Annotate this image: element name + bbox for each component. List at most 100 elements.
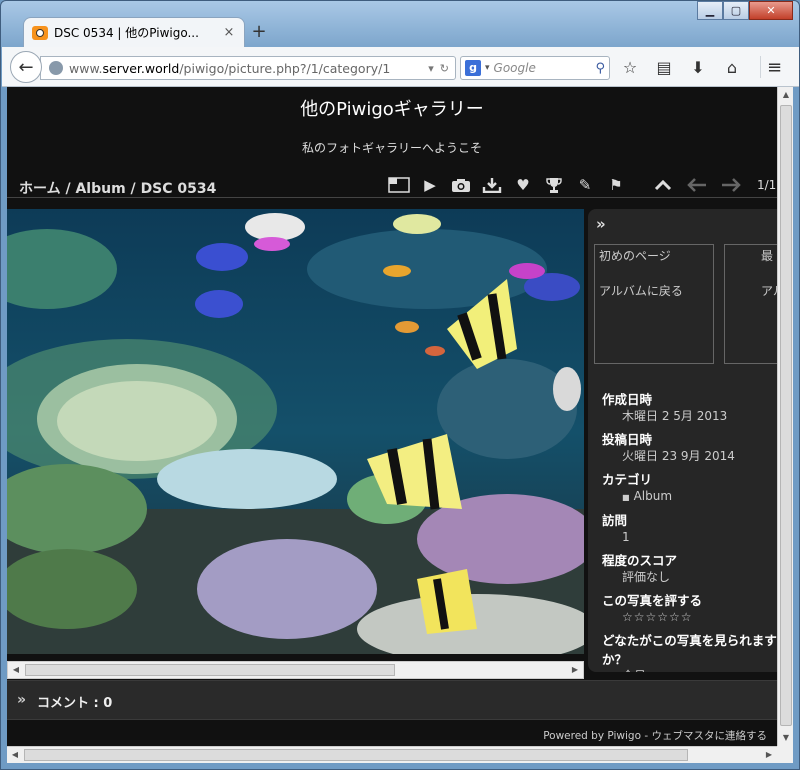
photo-sizes-icon[interactable]	[387, 175, 411, 195]
download-icon[interactable]	[480, 175, 504, 195]
score-label: 程度のスコア	[602, 553, 678, 568]
edit-pencil-icon[interactable]: ✎	[573, 175, 597, 195]
navigation-bar: www.server.world/piwigo/picture.php?/1/c…	[2, 47, 799, 87]
footer-separator: -	[641, 730, 652, 742]
created-value: 木曜日 2 5月 2013	[622, 409, 728, 423]
scroll-down-arrow-icon[interactable]: ▼	[778, 730, 794, 746]
breadcrumb-home[interactable]: ホーム	[19, 181, 61, 197]
breadcrumb-separator: /	[60, 181, 76, 197]
info-panel: » 初めのページ アルバムに戻る 最 アル 作成日時 木曜日 2 5月 2013…	[588, 209, 777, 672]
scroll-up-arrow-icon[interactable]: ▲	[778, 87, 794, 103]
breadcrumb-album[interactable]: Album	[75, 181, 125, 197]
up-to-album-icon[interactable]	[651, 175, 675, 195]
picture-navigation: 1/1	[651, 175, 776, 195]
bookmark-star-icon[interactable]: ☆	[618, 56, 642, 78]
category-link[interactable]: Album	[634, 489, 672, 503]
maximize-button[interactable]: ▢	[723, 1, 749, 20]
camera-icon[interactable]	[449, 175, 473, 195]
comments-label[interactable]: コメント : 0	[37, 692, 112, 711]
back-arrow-icon: ←	[18, 56, 34, 78]
contact-webmaster-link[interactable]: ウェブマスタに連絡する	[652, 730, 768, 742]
horizontal-scrollbar-thumb[interactable]	[24, 749, 688, 761]
favorite-heart-icon[interactable]: ♥	[511, 175, 535, 195]
scrollbar-corner	[777, 746, 793, 763]
flag-icon[interactable]: ⚑	[604, 175, 628, 195]
search-placeholder[interactable]: Google	[494, 61, 596, 75]
scroll-right-arrow-icon[interactable]: ▶	[567, 662, 583, 678]
tab-close-icon[interactable]: ×	[222, 25, 236, 40]
comments-bar[interactable]: » コメント : 0	[7, 680, 777, 720]
url-host: server.world	[102, 60, 180, 76]
scrollbar-thumb[interactable]	[25, 664, 395, 676]
first-page-box[interactable]: 初めのページ アルバムに戻る	[594, 244, 714, 364]
search-icon[interactable]: ⚲	[595, 61, 605, 76]
toolbar-icons: ☆ ▤ ⬇ ⌂	[618, 56, 744, 78]
rating-stars[interactable]: ☆☆☆☆☆☆	[622, 609, 777, 626]
last-page-box[interactable]: 最 アル	[724, 244, 777, 364]
page-footer: Powered by Piwigo - ウェブマスタに連絡する	[7, 727, 777, 746]
posted-value: 火曜日 23 9月 2014	[622, 449, 735, 463]
main-photo[interactable]	[7, 209, 584, 654]
close-window-button[interactable]: ✕	[749, 1, 793, 20]
category-label: カテゴリ	[602, 472, 653, 487]
search-bar[interactable]: g ▾ Google ⚲	[460, 56, 610, 80]
trophy-icon[interactable]	[542, 175, 566, 195]
page-vertical-scrollbar[interactable]: ▲ ▼	[777, 87, 793, 746]
category-item: ■ Album	[622, 488, 777, 506]
back-button[interactable]: ←	[10, 51, 42, 83]
piwigo-link[interactable]: Piwigo	[607, 730, 641, 742]
tab-strip: DSC 0534 | 他のPiwigo... × +	[9, 17, 789, 47]
photo-horizontal-scrollbar[interactable]: ◀ ▶	[7, 661, 584, 679]
home-icon[interactable]: ⌂	[720, 56, 744, 78]
new-tab-button[interactable]: +	[249, 21, 269, 43]
menu-icon[interactable]: ≡	[760, 56, 788, 78]
next-arrow-icon[interactable]	[719, 175, 743, 195]
scroll-left-arrow-icon[interactable]: ◀	[8, 662, 24, 678]
page-horizontal-scrollbar[interactable]: ◀ ▶	[7, 746, 777, 763]
first-page-link[interactable]: 初めのページ	[599, 247, 709, 264]
dropdown-arrow-icon[interactable]: ▾	[428, 62, 434, 75]
breadcrumb-current: DSC 0534	[140, 181, 217, 197]
download-icon[interactable]: ⬇	[686, 56, 710, 78]
photo-metadata: 作成日時 木曜日 2 5月 2013 投稿日時 火曜日 23 9月 2014 カ…	[602, 385, 777, 672]
minimize-button[interactable]: ▁	[697, 1, 723, 20]
window-controls: ▁ ▢ ✕	[697, 1, 793, 20]
created-label: 作成日時	[602, 392, 653, 407]
collapse-info-icon[interactable]: »	[596, 215, 606, 233]
last-page-link[interactable]: 最	[761, 247, 777, 264]
gallery-subtitle: 私のフォトギャラリーへようこそ	[301, 141, 482, 155]
reading-list-icon[interactable]: ▤	[652, 56, 676, 78]
privacy-value: 全員	[622, 668, 777, 672]
address-bar[interactable]: www.server.world/piwigo/picture.php?/1/c…	[40, 56, 456, 80]
gallery-title: 他のPiwigoギャラリー	[300, 99, 484, 120]
browser-tab[interactable]: DSC 0534 | 他のPiwigo... ×	[23, 17, 245, 47]
breadcrumb: ホーム / Album / DSC 0534	[19, 178, 216, 198]
page-content: 他のPiwigoギャラリー 私のフォトギャラリーへようこそ ホーム / Albu…	[7, 87, 777, 746]
aquarium-photo-image	[7, 209, 584, 654]
search-engine-dropdown-icon[interactable]: ▾	[485, 63, 490, 73]
vertical-scrollbar-thumb[interactable]	[780, 105, 792, 726]
reload-icon[interactable]: ↻	[440, 62, 449, 75]
url-text[interactable]: www.server.world/piwigo/picture.php?/1/c…	[69, 61, 422, 76]
google-icon[interactable]: g	[465, 60, 481, 76]
globe-icon	[49, 61, 63, 75]
breadcrumb-separator: /	[125, 181, 141, 197]
scroll-left-arrow-icon[interactable]: ◀	[7, 747, 23, 763]
picture-counter: 1/1	[757, 178, 777, 192]
visits-value: 1	[622, 530, 630, 544]
rate-label: この写真を評する	[602, 593, 703, 608]
last-album-link[interactable]: アル	[761, 282, 777, 299]
scroll-right-arrow-icon[interactable]: ▶	[761, 747, 777, 763]
piwigo-favicon-icon	[32, 25, 48, 40]
posted-label: 投稿日時	[602, 432, 653, 447]
privacy-label: どなたがこの写真を見られますか？	[602, 633, 777, 667]
back-to-album-link[interactable]: アルバムに戻る	[599, 282, 709, 299]
bullet-icon: ■	[622, 493, 630, 502]
previous-arrow-icon[interactable]	[685, 175, 709, 195]
visits-label: 訪問	[602, 513, 628, 528]
photo-toolbar: ▶ ♥ ✎ ⚑	[387, 175, 628, 195]
expand-comments-icon[interactable]: »	[17, 692, 26, 708]
score-value: 評価なし	[622, 570, 671, 584]
powered-by-text: Powered by	[543, 730, 605, 742]
slideshow-play-icon[interactable]: ▶	[418, 175, 442, 195]
